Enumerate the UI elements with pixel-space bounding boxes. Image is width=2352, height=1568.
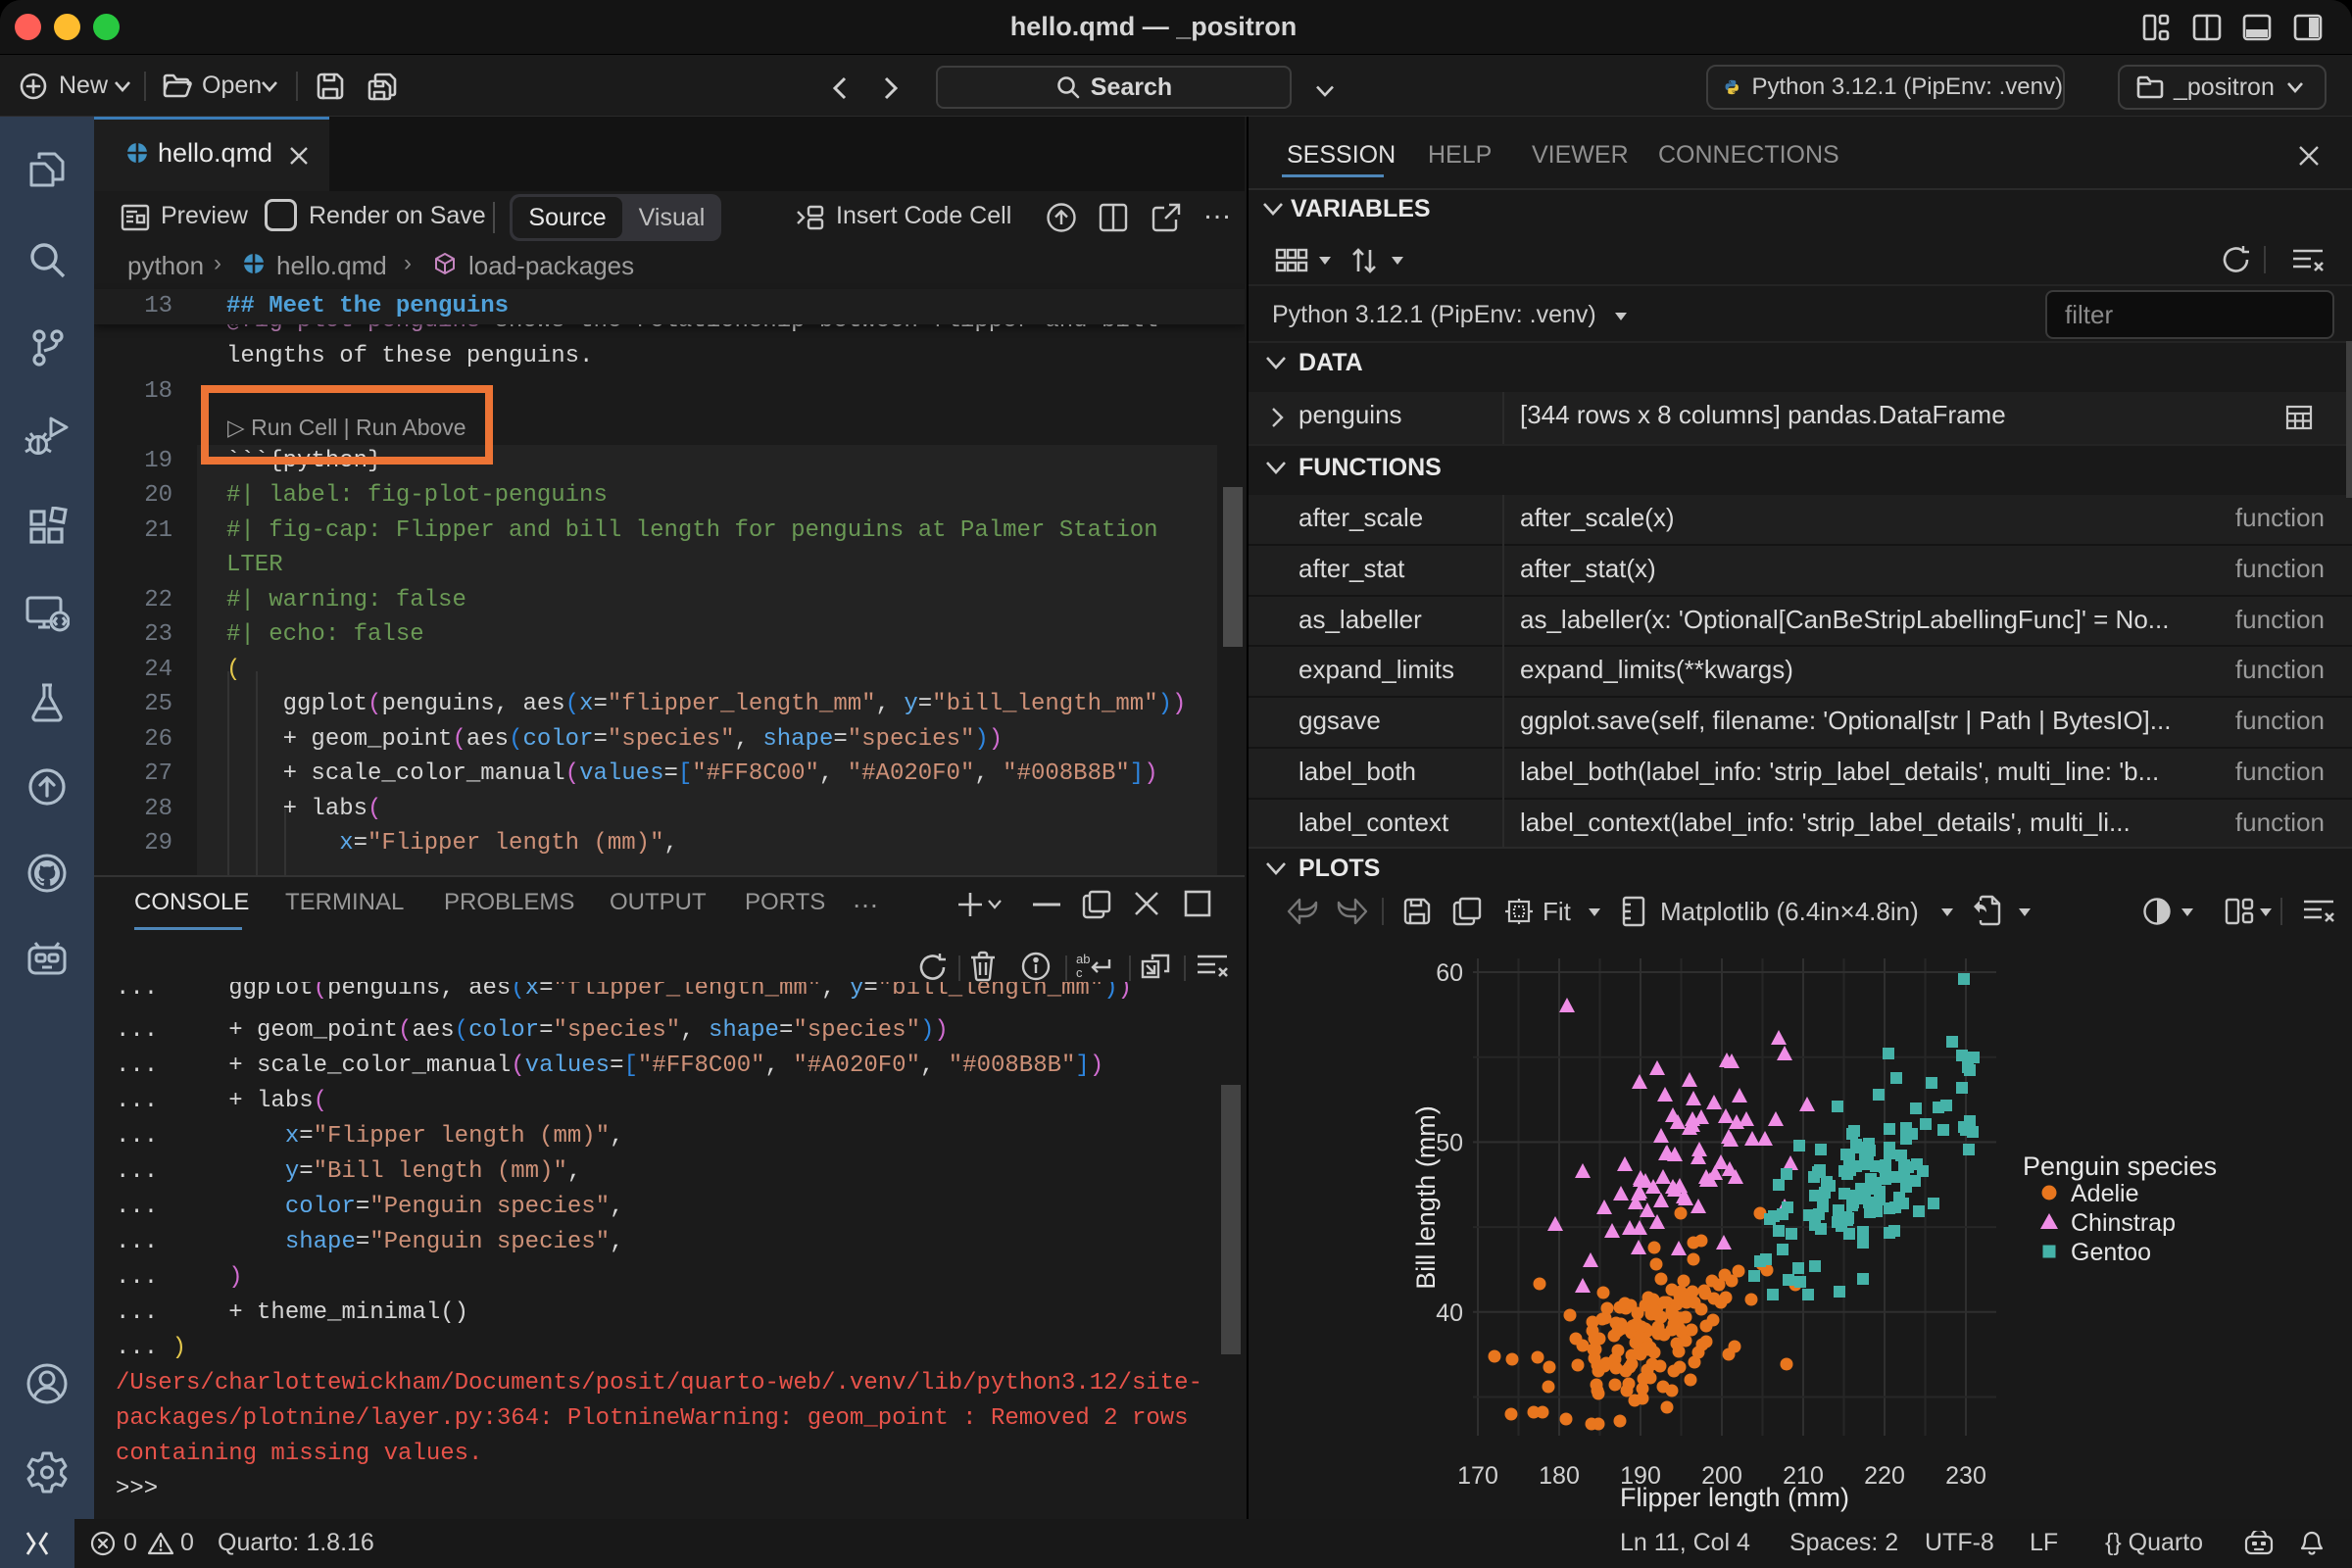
svg-text:180: 180 (1539, 1462, 1580, 1490)
svg-text:Bill length (mm): Bill length (mm) (1411, 1105, 1441, 1290)
svg-text:Flipper length (mm): Flipper length (mm) (1620, 1483, 1849, 1512)
svg-text:170: 170 (1457, 1462, 1498, 1490)
svg-text:c: c (1076, 965, 1083, 980)
svg-text:Penguin species: Penguin species (2023, 1152, 2217, 1181)
svg-text:40: 40 (1436, 1299, 1463, 1327)
svg-text:230: 230 (1945, 1462, 1986, 1490)
svg-text:220: 220 (1864, 1462, 1905, 1490)
svg-text:Chinstrap: Chinstrap (2071, 1209, 2176, 1237)
svg-text:60: 60 (1436, 959, 1463, 987)
svg-text:Adelie: Adelie (2071, 1180, 2139, 1207)
svg-text:ab: ab (1076, 952, 1090, 966)
svg-text:Gentoo: Gentoo (2071, 1239, 2151, 1266)
